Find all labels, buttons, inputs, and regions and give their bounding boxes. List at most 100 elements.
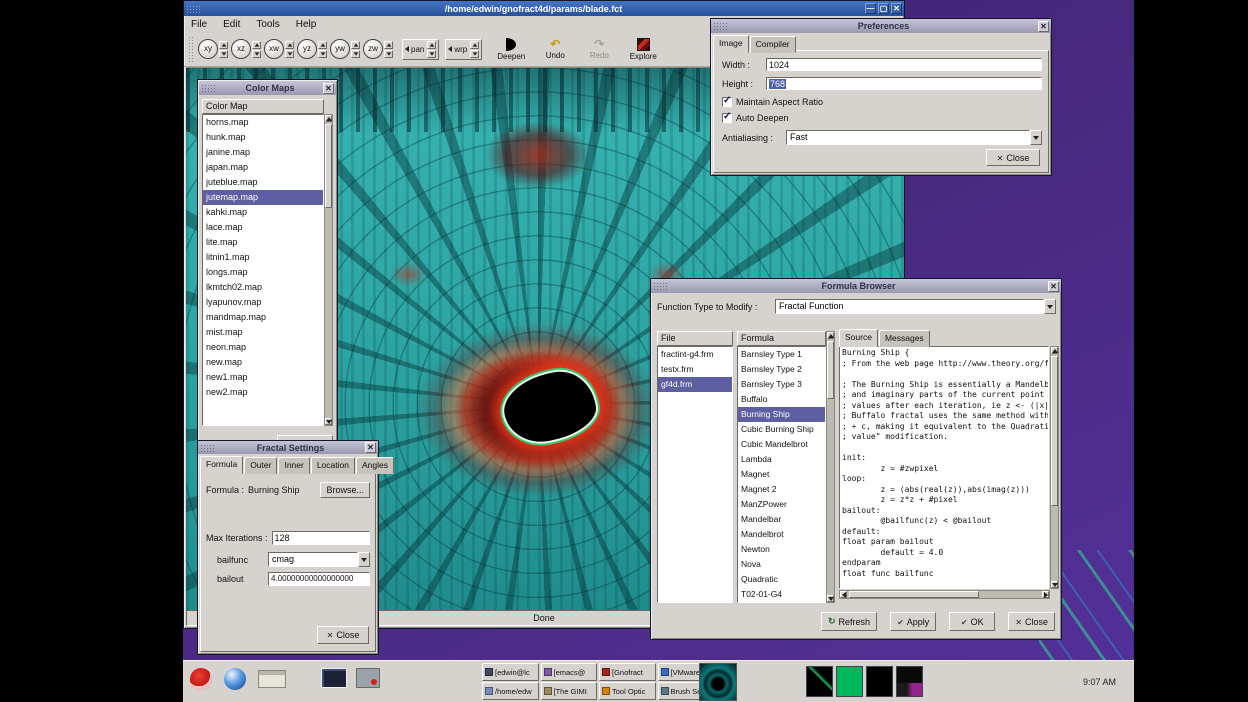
- colormap-item[interactable]: kahki.map: [203, 205, 323, 220]
- colormap-scrollbar[interactable]: [324, 114, 333, 426]
- colormap-item[interactable]: lite.map: [203, 235, 323, 250]
- formula-browser-close-button[interactable]: Close: [1008, 612, 1055, 631]
- rotate-xw-button[interactable]: xw: [264, 39, 284, 59]
- deepen-button[interactable]: Deepen: [496, 38, 526, 61]
- formula-item[interactable]: Cubic Mandelbrot: [738, 437, 825, 452]
- explore-button[interactable]: Explore: [628, 38, 658, 61]
- fractal-settings-close-button[interactable]: Close: [317, 626, 369, 644]
- colormap-item[interactable]: horns.map: [203, 115, 323, 130]
- fractal-thumbnail[interactable]: [699, 663, 737, 701]
- function-type-dropdown[interactable]: Fractal Function: [775, 299, 1056, 314]
- pan-control[interactable]: pan: [402, 39, 439, 60]
- main-titlebar[interactable]: /home/edwin/gnofract4d/params/blade.fct: [184, 1, 904, 16]
- dropdown-arrow-icon[interactable]: [358, 552, 370, 567]
- ok-button[interactable]: OK: [949, 612, 995, 631]
- close-button[interactable]: [365, 442, 376, 453]
- redo-button[interactable]: Redo: [584, 38, 614, 60]
- formula-item[interactable]: Burning Ship: [738, 407, 825, 422]
- yw-spinner[interactable]: [351, 41, 360, 58]
- colormap-item[interactable]: juteblue.map: [203, 175, 323, 190]
- menu-file[interactable]: File: [191, 19, 207, 30]
- height-input[interactable]: 768: [766, 77, 1042, 90]
- colormap-list[interactable]: horns.maphunk.mapjanine.mapjapan.mapjute…: [202, 114, 324, 426]
- pager-desktop-2[interactable]: [836, 666, 863, 697]
- tab-location[interactable]: Location: [311, 457, 355, 474]
- rotate-yz-button[interactable]: yz: [297, 39, 317, 59]
- colormap-item[interactable]: jutemap.map: [203, 190, 323, 205]
- file-column-header[interactable]: File: [657, 331, 733, 346]
- formula-item[interactable]: Lambda: [738, 452, 825, 467]
- colormap-item[interactable]: lkmtch02.map: [203, 280, 323, 295]
- colormap-item[interactable]: neon.map: [203, 340, 323, 355]
- file-item[interactable]: fractint-g4.frm: [658, 347, 732, 362]
- colormap-item[interactable]: hunk.map: [203, 130, 323, 145]
- colormap-item[interactable]: mist.map: [203, 325, 323, 340]
- formula-item[interactable]: Newton: [738, 542, 825, 557]
- task-button[interactable]: [The GIMI: [541, 682, 598, 700]
- pager-desktop-4[interactable]: [896, 666, 923, 697]
- formula-item[interactable]: Barnsley Type 3: [738, 377, 825, 392]
- tab-compiler[interactable]: Compiler: [750, 36, 796, 53]
- formula-item[interactable]: Mandelbrot: [738, 527, 825, 542]
- formula-item[interactable]: Quadratic: [738, 572, 825, 587]
- tab-inner[interactable]: Inner: [278, 457, 309, 474]
- formula-item[interactable]: Magnet 2: [738, 482, 825, 497]
- pager-desktop-1[interactable]: [806, 666, 833, 697]
- formula-item[interactable]: Buffalo: [738, 392, 825, 407]
- task-button[interactable]: Tool Optic: [599, 682, 656, 700]
- close-button[interactable]: [1048, 281, 1059, 292]
- menu-help[interactable]: Help: [296, 19, 317, 30]
- browser-globe-icon[interactable]: [224, 668, 246, 690]
- formula-item[interactable]: T03-01-G4: [738, 602, 825, 603]
- warp-control[interactable]: wrp: [445, 39, 482, 60]
- formula-item[interactable]: T02-01-G4: [738, 587, 825, 602]
- redhat-menu-icon[interactable]: [190, 668, 212, 690]
- apply-button[interactable]: Apply: [890, 612, 936, 631]
- screenshot-tool-icon[interactable]: [356, 668, 380, 688]
- formula-item[interactable]: Nova: [738, 557, 825, 572]
- tab-angles[interactable]: Angles: [356, 457, 394, 474]
- file-item[interactable]: testx.frm: [658, 362, 732, 377]
- colormap-item[interactable]: janine.map: [203, 145, 323, 160]
- width-input[interactable]: 1024: [766, 58, 1042, 71]
- max-iterations-input[interactable]: 128: [272, 531, 370, 545]
- colormap-item[interactable]: lace.map: [203, 220, 323, 235]
- task-button[interactable]: /home/edw: [482, 682, 539, 700]
- pan-spinner[interactable]: [427, 41, 436, 58]
- refresh-button[interactable]: Refresh: [821, 612, 877, 631]
- yz-spinner[interactable]: [318, 41, 327, 58]
- close-button[interactable]: [323, 83, 334, 94]
- task-button[interactable]: [Gnofract: [599, 663, 656, 681]
- bailfunc-dropdown[interactable]: cmag: [268, 552, 370, 567]
- warp-spinner[interactable]: [470, 41, 479, 58]
- menu-edit[interactable]: Edit: [223, 19, 240, 30]
- dropdown-arrow-icon[interactable]: [1044, 299, 1056, 314]
- browse-button[interactable]: Browse...: [320, 482, 370, 498]
- rotate-xy-button[interactable]: xy: [198, 39, 218, 59]
- formula-browser-titlebar[interactable]: Formula Browser: [651, 279, 1061, 293]
- maintain-aspect-checkbox[interactable]: [722, 97, 732, 107]
- task-button[interactable]: [emacs@: [541, 663, 598, 681]
- dropdown-arrow-icon[interactable]: [1030, 130, 1042, 145]
- file-list[interactable]: fractint-g4.frmtestx.frmgf4d.frm: [657, 346, 733, 603]
- pager-desktop-3[interactable]: [866, 666, 893, 697]
- terminal-launcher-icon[interactable]: [321, 668, 347, 688]
- colormap-item[interactable]: litnin1.map: [203, 250, 323, 265]
- xz-spinner[interactable]: [252, 41, 261, 58]
- close-button[interactable]: [891, 3, 902, 14]
- colormap-item[interactable]: mandmap.map: [203, 310, 323, 325]
- bailout-input[interactable]: 4.00000000000000000: [268, 572, 370, 586]
- tab-messages[interactable]: Messages: [879, 330, 930, 347]
- rotate-xz-button[interactable]: xz: [231, 39, 251, 59]
- tab-outer[interactable]: Outer: [244, 457, 277, 474]
- colormap-item[interactable]: lyapunov.map: [203, 295, 323, 310]
- colormaps-titlebar[interactable]: Color Maps: [199, 81, 336, 95]
- rotate-yw-button[interactable]: yw: [330, 39, 350, 59]
- formula-item[interactable]: Barnsley Type 2: [738, 362, 825, 377]
- colormap-item[interactable]: new2.map: [203, 385, 323, 400]
- zw-spinner[interactable]: [384, 41, 393, 58]
- rotate-zw-button[interactable]: zw: [363, 39, 383, 59]
- xy-spinner[interactable]: [219, 41, 228, 58]
- formula-item[interactable]: Magnet: [738, 467, 825, 482]
- colormap-item[interactable]: japan.map: [203, 160, 323, 175]
